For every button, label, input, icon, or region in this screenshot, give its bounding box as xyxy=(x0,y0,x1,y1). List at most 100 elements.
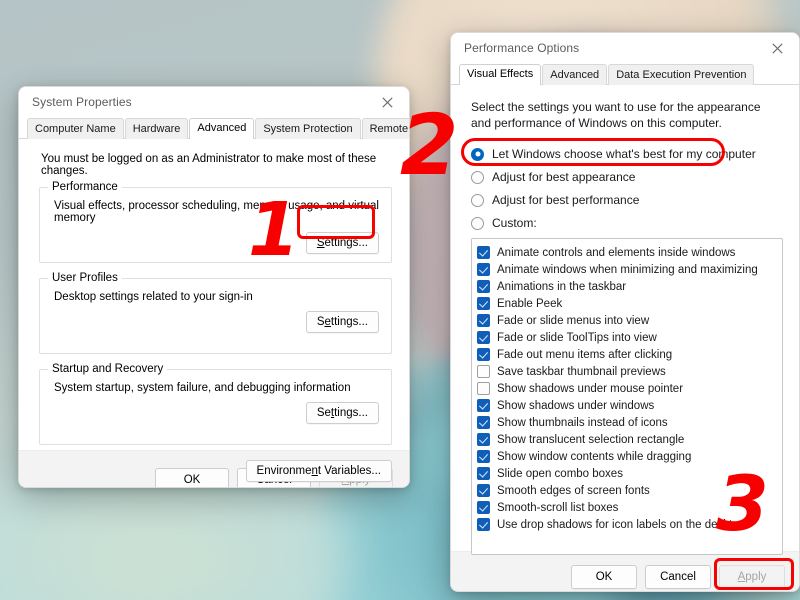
checkbox-checked-icon[interactable] xyxy=(477,416,490,429)
checkbox-checked-icon[interactable] xyxy=(477,331,490,344)
tab-po-advanced[interactable]: Advanced xyxy=(542,64,608,85)
effect-checkbox-label: Smooth-scroll list boxes xyxy=(497,501,619,514)
performance-options-title: Performance Options xyxy=(464,41,580,55)
performance-group: Performance Visual effects, processor sc… xyxy=(39,181,392,263)
radio-label: Let Windows choose what's best for my co… xyxy=(492,147,756,161)
effect-checkbox-row[interactable]: Fade out menu items after clicking xyxy=(477,346,782,363)
performance-options-apply-button[interactable]: Apply xyxy=(719,565,785,589)
performance-options-footer: OK Cancel Apply xyxy=(451,551,799,591)
system-properties-title: System Properties xyxy=(32,95,132,109)
checkbox-checked-icon[interactable] xyxy=(477,280,490,293)
checkbox-checked-icon[interactable] xyxy=(477,348,490,361)
checkbox-unchecked-icon[interactable] xyxy=(477,365,490,378)
effect-checkbox-row[interactable]: Smooth edges of screen fonts xyxy=(477,482,782,499)
checkbox-checked-icon[interactable] xyxy=(477,246,490,259)
checkbox-checked-icon[interactable] xyxy=(477,399,490,412)
checkbox-checked-icon[interactable] xyxy=(477,263,490,276)
radio-best-performance[interactable]: Adjust for best performance xyxy=(471,189,785,211)
performance-options-dialog: Performance Options Visual Effects Advan… xyxy=(450,32,800,592)
tab-data-execution-prevention[interactable]: Data Execution Prevention xyxy=(608,64,755,85)
checkbox-checked-icon[interactable] xyxy=(477,501,490,514)
radio-label: Custom: xyxy=(492,216,537,230)
effect-checkbox-row[interactable]: Show shadows under mouse pointer xyxy=(477,380,782,397)
effect-checkbox-row[interactable]: Save taskbar thumbnail previews xyxy=(477,363,782,380)
effect-checkbox-label: Smooth edges of screen fonts xyxy=(497,484,650,497)
radio-let-windows-choose[interactable]: Let Windows choose what's best for my co… xyxy=(471,143,785,165)
effect-checkbox-label: Slide open combo boxes xyxy=(497,467,623,480)
tab-hardware[interactable]: Hardware xyxy=(124,118,189,139)
performance-options-cancel-button[interactable]: Cancel xyxy=(645,565,711,589)
effect-checkbox-row[interactable]: Enable Peek xyxy=(477,295,782,312)
visual-effects-radio-group: Let Windows choose what's best for my co… xyxy=(465,143,785,234)
performance-options-content: Select the settings you want to use for … xyxy=(451,85,799,555)
startup-recovery-settings-button[interactable]: Settings... xyxy=(305,402,379,424)
checkbox-checked-icon[interactable] xyxy=(477,450,490,463)
effect-checkbox-label: Fade or slide ToolTips into view xyxy=(497,331,657,344)
effect-checkbox-row[interactable]: Show shadows under windows xyxy=(477,397,782,414)
visual-effects-listbox[interactable]: Animate controls and elements inside win… xyxy=(471,238,783,555)
effect-checkbox-label: Save taskbar thumbnail previews xyxy=(497,365,666,378)
radio-icon xyxy=(471,170,484,184)
startup-recovery-group-description: System startup, system failure, and debu… xyxy=(54,382,351,394)
radio-custom[interactable]: Custom: xyxy=(471,212,785,234)
effect-checkbox-row[interactable]: Fade or slide menus into view xyxy=(477,312,782,329)
checkbox-unchecked-icon[interactable] xyxy=(477,382,490,395)
checkbox-checked-icon[interactable] xyxy=(477,297,490,310)
effect-checkbox-row[interactable]: Slide open combo boxes xyxy=(477,465,782,482)
effect-checkbox-label: Show thumbnails instead of icons xyxy=(497,416,668,429)
tab-remote[interactable]: Remote xyxy=(361,118,409,139)
system-properties-tabstrip: Computer Name Hardware Advanced System P… xyxy=(19,117,409,139)
user-profiles-settings-button[interactable]: Settings... xyxy=(305,311,379,333)
radio-icon xyxy=(471,193,484,207)
tab-system-protection[interactable]: System Protection xyxy=(255,118,361,139)
effect-checkbox-row[interactable]: Show thumbnails instead of icons xyxy=(477,414,782,431)
effect-checkbox-label: Fade out menu items after clicking xyxy=(497,348,673,361)
effect-checkbox-row[interactable]: Animate windows when minimizing and maxi… xyxy=(477,261,782,278)
effect-checkbox-label: Animate windows when minimizing and maxi… xyxy=(497,263,758,276)
close-icon[interactable] xyxy=(365,87,409,117)
effect-checkbox-label: Show shadows under mouse pointer xyxy=(497,382,684,395)
effect-checkbox-row[interactable]: Smooth-scroll list boxes xyxy=(477,499,782,516)
startup-recovery-group-legend: Startup and Recovery xyxy=(48,363,168,375)
user-profiles-group: User Profiles Desktop settings related t… xyxy=(39,272,392,354)
checkbox-checked-icon[interactable] xyxy=(477,484,490,497)
effect-checkbox-label: Show translucent selection rectangle xyxy=(497,433,685,446)
effect-checkbox-row[interactable]: Fade or slide ToolTips into view xyxy=(477,329,782,346)
effect-checkbox-label: Enable Peek xyxy=(497,297,563,310)
effect-checkbox-label: Fade or slide menus into view xyxy=(497,314,650,327)
performance-options-tabstrip: Visual Effects Advanced Data Execution P… xyxy=(451,63,799,85)
radio-label: Adjust for best performance xyxy=(492,193,640,207)
radio-best-appearance[interactable]: Adjust for best appearance xyxy=(471,166,785,188)
performance-group-legend: Performance xyxy=(48,181,122,193)
environment-variables-button[interactable]: Environment Variables... xyxy=(245,460,392,482)
effect-checkbox-row[interactable]: Use drop shadows for icon labels on the … xyxy=(477,516,782,533)
radio-icon xyxy=(471,216,484,230)
checkbox-checked-icon[interactable] xyxy=(477,518,490,531)
performance-options-ok-button[interactable]: OK xyxy=(571,565,637,589)
checkbox-checked-icon[interactable] xyxy=(477,314,490,327)
system-properties-dialog: System Properties Computer Name Hardware… xyxy=(18,86,410,488)
radio-label: Adjust for best appearance xyxy=(492,170,636,184)
checkbox-checked-icon[interactable] xyxy=(477,433,490,446)
effect-checkbox-row[interactable]: Animate controls and elements inside win… xyxy=(477,244,782,261)
administrator-note: You must be logged on as an Administrato… xyxy=(41,153,377,177)
effect-checkbox-label: Animations in the taskbar xyxy=(497,280,627,293)
radio-icon xyxy=(471,147,484,161)
performance-settings-button[interactable]: Settings... xyxy=(305,232,379,254)
effect-checkbox-row[interactable]: Animations in the taskbar xyxy=(477,278,782,295)
effect-checkbox-label: Show shadows under windows xyxy=(497,399,655,412)
tab-advanced[interactable]: Advanced xyxy=(189,118,255,139)
effect-checkbox-row[interactable]: Show window contents while dragging xyxy=(477,448,782,465)
user-profiles-group-description: Desktop settings related to your sign-in xyxy=(54,291,253,303)
checkbox-checked-icon[interactable] xyxy=(477,467,490,480)
performance-options-titlebar: Performance Options xyxy=(451,33,799,63)
effect-checkbox-label: Use drop shadows for icon labels on the … xyxy=(497,518,746,531)
effect-checkbox-label: Show window contents while dragging xyxy=(497,450,692,463)
user-profiles-group-legend: User Profiles xyxy=(48,272,122,284)
tab-visual-effects[interactable]: Visual Effects xyxy=(459,64,542,85)
system-properties-content: You must be logged on as an Administrato… xyxy=(19,139,409,482)
effect-checkbox-row[interactable]: Show translucent selection rectangle xyxy=(477,431,782,448)
visual-effects-intro: Select the settings you want to use for … xyxy=(471,100,761,130)
close-icon[interactable] xyxy=(755,33,799,63)
tab-computer-name[interactable]: Computer Name xyxy=(27,118,124,139)
